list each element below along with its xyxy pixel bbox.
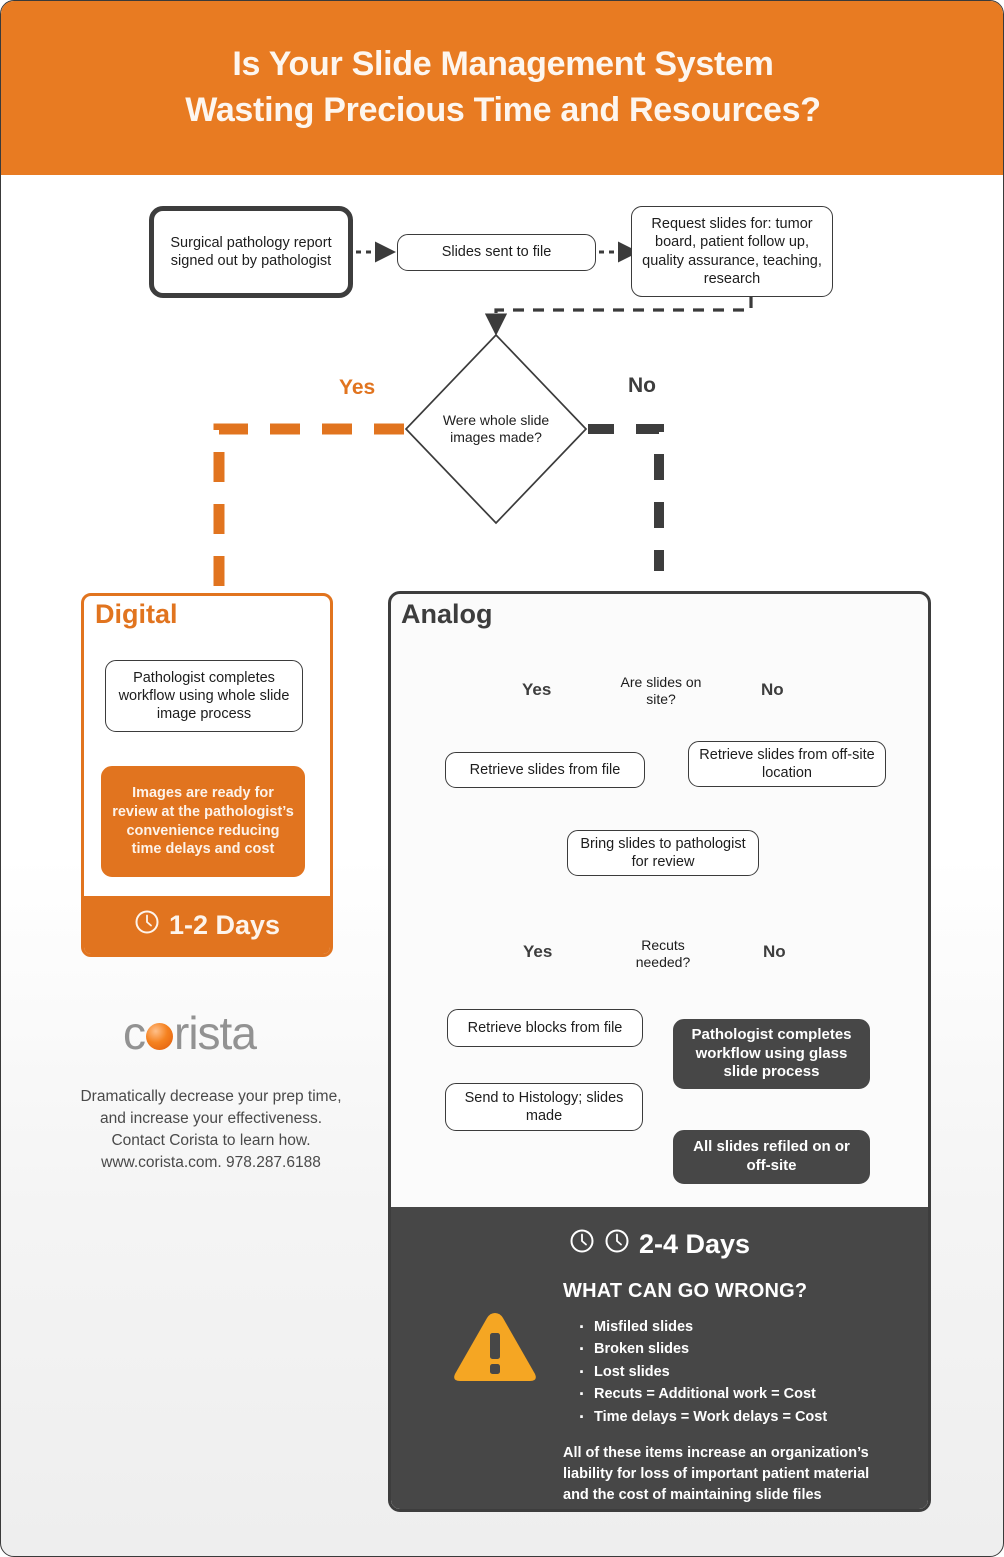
node-slides-sent-to-file-label: Slides sent to file	[441, 244, 552, 261]
recuts-label-yes: Yes	[523, 942, 553, 961]
corista-logo-post: rista	[174, 1007, 257, 1059]
header-title-line2: Wasting Precious Time and Resources?	[185, 91, 821, 129]
list-item: Time delays = Work delays = Cost	[577, 1404, 928, 1432]
node-bring-slides-to-pathologist: Bring slides to pathologist for review	[567, 830, 759, 876]
node-retrieve-blocks-from-file-label: Retrieve blocks from file	[467, 1019, 623, 1036]
decision-are-slides-on-site-label: Are slides on site?	[620, 673, 702, 708]
node-digital-result-label: Images are ready for review at the patho…	[112, 784, 294, 858]
onsite-label-no: No	[761, 680, 784, 699]
node-all-slides-refiled-label: All slides refiled on or off-site	[693, 1138, 850, 1174]
branch-label-no-analog: No	[628, 374, 656, 397]
digital-panel-title: Digital	[95, 599, 178, 629]
node-send-to-histology-label: Send to Histology; slides made	[464, 1089, 624, 1124]
logo-dot-icon	[146, 1023, 173, 1050]
what-can-go-wrong-title: WHAT CAN GO WRONG?	[563, 1280, 808, 1302]
list-item: Misfiled slides	[577, 1314, 928, 1342]
tagline-line-2: and increase your effectiveness.	[99, 1110, 322, 1127]
node-bring-slides-to-pathologist-label: Bring slides to pathologist for review	[580, 835, 746, 870]
node-slides-sent-to-file: Slides sent to file	[397, 234, 596, 271]
node-surgical-report-label: Surgical pathology report signed out by …	[170, 234, 332, 269]
node-send-to-histology: Send to Histology; slides made	[445, 1083, 643, 1131]
node-retrieve-slides-from-file: Retrieve slides from file	[445, 752, 645, 788]
recuts-label-no: No	[763, 942, 786, 961]
node-retrieve-blocks-from-file: Retrieve blocks from file	[447, 1009, 643, 1047]
digital-duration-label: 1-2 Days	[168, 909, 281, 940]
analog-duration-badge: 2-4 Days	[391, 1228, 928, 1261]
node-glass-slide-workflow-label: Pathologist completes workflow using gla…	[691, 1025, 852, 1081]
corista-tagline: Dramatically decrease your prep time, an…	[46, 1086, 376, 1174]
analog-duration-label: 2-4 Days	[638, 1229, 751, 1259]
analog-panel-title: Analog	[401, 599, 493, 629]
corista-logo: c rista	[123, 1006, 257, 1060]
warning-triangle-icon	[451, 1309, 539, 1394]
what-can-go-wrong-list: Misfiled slides Broken slides Lost slide…	[577, 1314, 928, 1432]
node-all-slides-refiled: All slides refiled on or off-site	[673, 1130, 870, 1184]
header-title-line1: Is Your Slide Management System	[232, 44, 774, 83]
decision-whole-slide-images: Were whole slide images made?	[426, 405, 566, 453]
infographic-page: Is Your Slide Management System Wasting …	[0, 0, 1004, 1557]
decision-recuts-needed: Recuts needed?	[618, 931, 708, 977]
node-retrieve-slides-offsite-label: Retrieve slides from off-site location	[699, 746, 875, 781]
decision-are-slides-on-site: Are slides on site?	[609, 668, 713, 714]
what-can-go-wrong-note: All of these items increase an organizat…	[563, 1445, 870, 1503]
tagline-line-3: Contact Corista to learn how.	[111, 1132, 311, 1149]
node-digital-workflow: Pathologist completes workflow using who…	[105, 660, 303, 732]
clock-icon-second	[604, 1228, 630, 1261]
node-digital-workflow-label: Pathologist completes workflow using who…	[118, 669, 290, 723]
list-item: Recuts = Additional work = Cost	[577, 1381, 928, 1409]
list-item: Broken slides	[577, 1336, 928, 1364]
node-retrieve-slides-from-file-label: Retrieve slides from file	[469, 761, 621, 778]
clock-icon	[569, 1228, 595, 1261]
list-item: Lost slides	[577, 1359, 928, 1387]
node-digital-result: Images are ready for review at the patho…	[101, 766, 305, 877]
tagline-line-1: Dramatically decrease your prep time,	[80, 1088, 342, 1105]
branch-label-yes-digital: Yes	[339, 376, 376, 399]
page-header: Is Your Slide Management System Wasting …	[1, 1, 1003, 175]
node-surgical-report: Surgical pathology report signed out by …	[149, 206, 353, 298]
node-request-slides-label: Request slides for: tumor board, patient…	[642, 215, 822, 287]
corista-logo-pre: c	[123, 1007, 146, 1059]
node-retrieve-slides-offsite: Retrieve slides from off-site location	[688, 741, 886, 787]
node-glass-slide-workflow: Pathologist completes workflow using gla…	[673, 1019, 870, 1089]
node-request-slides: Request slides for: tumor board, patient…	[631, 206, 833, 297]
tagline-line-4: www.corista.com. 978.287.6188	[101, 1154, 321, 1171]
analog-warning-section: 2-4 Days WHAT CAN GO WRONG? Misfiled sli…	[391, 1207, 928, 1509]
decision-whole-slide-images-label: Were whole slide images made?	[442, 411, 550, 446]
digital-duration-badge: 1-2 Days	[84, 896, 330, 954]
onsite-label-yes: Yes	[522, 680, 552, 699]
clock-icon	[134, 909, 160, 942]
decision-recuts-needed-label: Recuts needed?	[635, 936, 691, 971]
